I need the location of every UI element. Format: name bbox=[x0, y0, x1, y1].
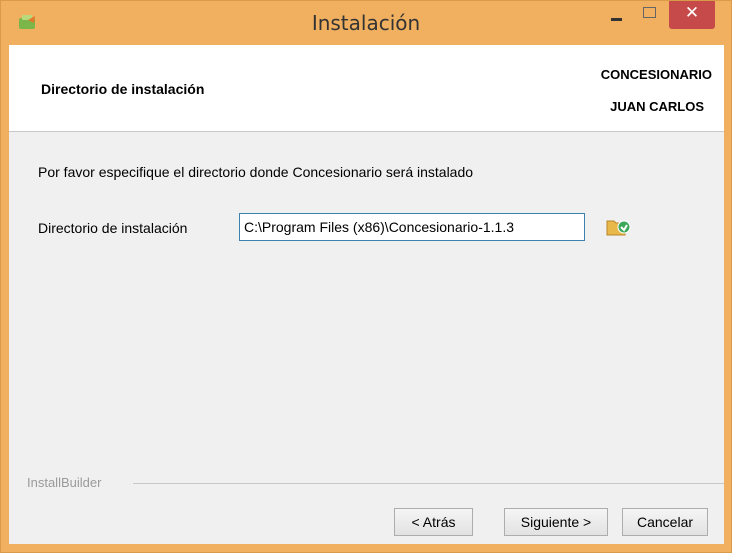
folder-browse-icon bbox=[605, 220, 633, 243]
next-button[interactable]: Siguiente > bbox=[504, 508, 608, 536]
browse-folder-button[interactable] bbox=[605, 215, 633, 239]
directory-input[interactable] bbox=[239, 213, 585, 241]
title-bar[interactable]: Instalación ✕ bbox=[2, 1, 730, 45]
minimize-icon bbox=[611, 18, 622, 21]
installer-content: Directorio de instalación CONCESIONARIO … bbox=[9, 45, 724, 544]
cancel-button[interactable]: Cancelar bbox=[622, 508, 708, 536]
installer-window: Instalación ✕ Directorio de instalación … bbox=[0, 0, 732, 553]
brand-line-2: JUAN CARLOS bbox=[610, 99, 704, 114]
maximize-button[interactable] bbox=[636, 1, 664, 29]
brand-line-1: CONCESIONARIO bbox=[600, 67, 712, 82]
installbuilder-label: InstallBuilder bbox=[27, 475, 102, 490]
close-button[interactable]: ✕ bbox=[669, 1, 715, 29]
instruction-text: Por favor especifique el directorio dond… bbox=[38, 164, 474, 180]
close-icon: ✕ bbox=[684, 3, 700, 23]
directory-label: Directorio de instalación bbox=[38, 220, 188, 236]
footer-divider bbox=[133, 483, 724, 484]
minimize-button[interactable] bbox=[602, 1, 630, 29]
maximize-icon bbox=[643, 7, 656, 18]
back-button[interactable]: < Atrás bbox=[394, 508, 473, 536]
page-title: Directorio de instalación bbox=[41, 81, 205, 97]
page-header: Directorio de instalación CONCESIONARIO … bbox=[9, 45, 724, 132]
